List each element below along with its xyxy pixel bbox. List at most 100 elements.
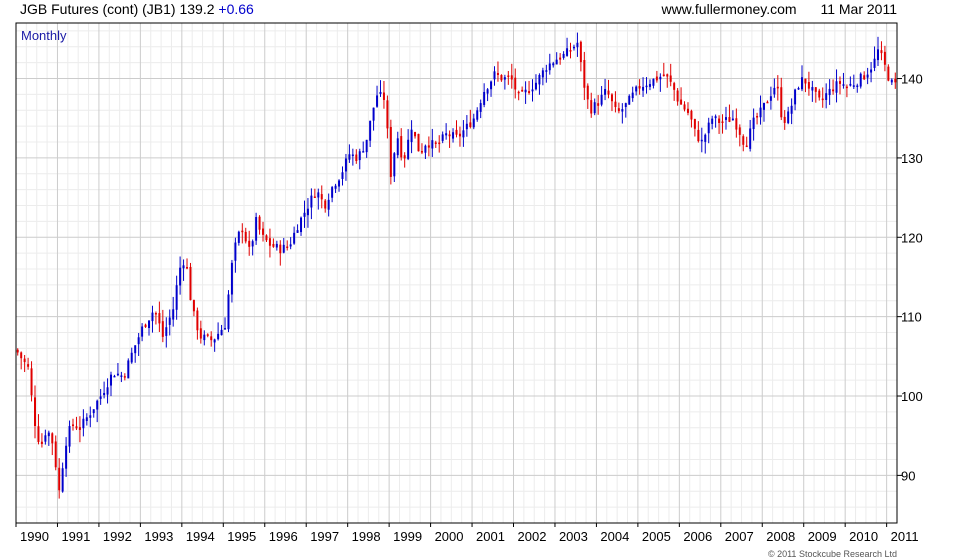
- candle-layer: [16, 32, 897, 499]
- candle-body: [89, 415, 92, 418]
- candle-body: [724, 117, 727, 120]
- candle-body: [683, 104, 686, 110]
- y-tick-label: 140: [901, 72, 923, 87]
- candle-body: [863, 75, 866, 80]
- candle-body: [576, 42, 579, 48]
- candle-body: [161, 321, 164, 337]
- candle-body: [85, 417, 88, 422]
- candle-body: [196, 310, 199, 331]
- candle-body: [787, 111, 790, 124]
- candle-body: [825, 93, 828, 100]
- candle-body: [289, 244, 292, 247]
- candle-body: [655, 76, 658, 81]
- candle-body: [455, 129, 458, 135]
- y-tick-label: 110: [901, 310, 922, 325]
- candle-body: [514, 77, 517, 90]
- candle-body: [65, 445, 68, 469]
- candle-body: [165, 327, 168, 336]
- candle-body: [800, 77, 803, 90]
- candle-body: [420, 150, 423, 153]
- candle-body: [766, 101, 769, 104]
- candle-body: [379, 91, 382, 95]
- candle-body: [662, 74, 665, 77]
- candle-body: [697, 129, 700, 142]
- candle-body: [659, 76, 662, 80]
- candle-body: [30, 368, 33, 396]
- candle-body: [821, 98, 824, 101]
- candle-body: [258, 216, 261, 230]
- candle-body: [313, 196, 316, 199]
- candle-body: [579, 41, 582, 63]
- candle-body: [348, 154, 351, 160]
- x-tick-label: 1992: [103, 529, 132, 544]
- candle-body: [534, 82, 537, 90]
- candle-body: [265, 235, 268, 241]
- candle-body: [832, 89, 835, 92]
- candle-body: [541, 70, 544, 78]
- x-tick-label: 1997: [310, 529, 339, 544]
- x-tick-label: 2011: [891, 529, 919, 544]
- y-tick-label: 100: [901, 389, 923, 404]
- candle-body: [127, 360, 130, 379]
- candle-body: [566, 48, 569, 56]
- candle-body: [728, 117, 731, 122]
- candle-body: [75, 426, 78, 429]
- candle-body: [227, 294, 230, 330]
- candle-body: [338, 180, 341, 187]
- candle-body: [282, 244, 285, 253]
- candle-body: [369, 120, 372, 141]
- candle-body: [887, 66, 890, 81]
- candle-body: [873, 58, 876, 68]
- candle-body: [244, 231, 247, 242]
- candle-body: [206, 334, 209, 336]
- x-tick-label: 2001: [476, 529, 505, 544]
- candle-body: [268, 238, 271, 246]
- candle-body: [68, 426, 71, 447]
- y-tick-label: 120: [901, 230, 923, 245]
- candle-body: [624, 103, 627, 108]
- candle-body: [673, 83, 676, 90]
- candle-body: [417, 133, 420, 152]
- candle-body: [528, 91, 531, 93]
- candle-body: [210, 336, 213, 341]
- x-tick-label: 2010: [849, 529, 878, 544]
- candle-body: [144, 324, 147, 328]
- candle-body: [876, 49, 879, 61]
- candle-body: [894, 78, 897, 83]
- candle-body: [255, 217, 258, 241]
- candle-body: [555, 59, 558, 65]
- x-tick-label: 2003: [559, 529, 588, 544]
- candle-body: [752, 117, 755, 130]
- candle-body: [486, 89, 489, 94]
- candle-body: [842, 84, 845, 86]
- x-tick-label: 1995: [227, 529, 256, 544]
- candle-body: [234, 242, 237, 261]
- x-tick-label: 2000: [435, 529, 464, 544]
- candle-body: [845, 86, 848, 89]
- candle-body: [51, 433, 54, 444]
- candle-body: [794, 89, 797, 105]
- candle-body: [72, 424, 75, 426]
- candle-body: [320, 194, 323, 200]
- candle-body: [220, 329, 223, 336]
- candle-body: [818, 90, 821, 98]
- candle-body: [704, 134, 707, 142]
- candle-body: [769, 96, 772, 101]
- candle-body: [493, 71, 496, 80]
- candle-body: [718, 118, 721, 123]
- candle-body: [783, 116, 786, 123]
- candle-body: [37, 426, 40, 442]
- candle-body: [296, 230, 299, 233]
- x-tick-label: 2002: [518, 529, 547, 544]
- candle-body: [445, 133, 448, 136]
- candle-body: [448, 134, 451, 137]
- candle-body: [148, 320, 151, 329]
- y-tick-label: 130: [901, 151, 923, 166]
- candle-body: [341, 172, 344, 179]
- candle-body: [811, 87, 814, 91]
- candle-body: [134, 345, 137, 354]
- candle-body: [303, 212, 306, 217]
- x-tick-label: 1996: [269, 529, 298, 544]
- candle-body: [438, 142, 441, 145]
- candle-body: [759, 107, 762, 118]
